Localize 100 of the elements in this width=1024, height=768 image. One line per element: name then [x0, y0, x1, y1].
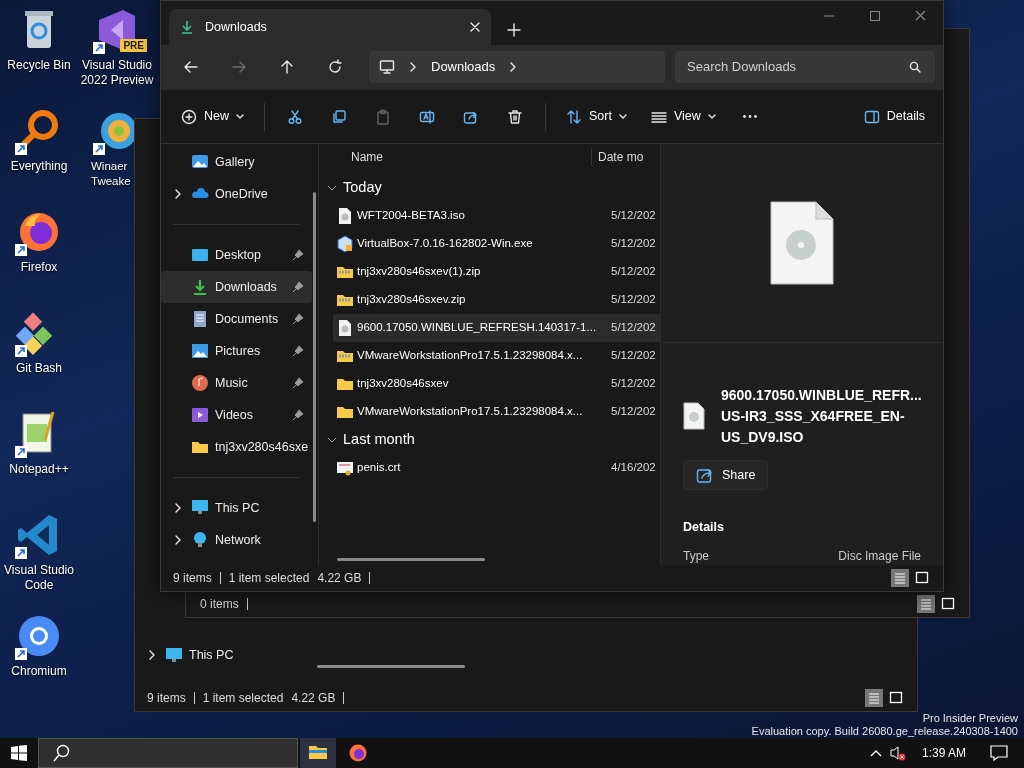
nav-item[interactable]: Desktop [161, 239, 312, 271]
copy-icon [331, 108, 347, 125]
details-view-icon [918, 596, 934, 612]
share-button[interactable]: Share [683, 459, 769, 491]
tab[interactable]: Downloads [169, 9, 491, 45]
section-heading: Details [682, 519, 725, 537]
column-header[interactable]: Name [351, 148, 591, 166]
collapse-button[interactable] [327, 183, 337, 193]
view-button[interactable]: View [640, 99, 726, 134]
nav-item-label[interactable]: This PC [189, 645, 234, 665]
cube-icon [336, 235, 354, 253]
tiles-view-icon [940, 596, 956, 612]
volume-button[interactable] [889, 745, 906, 761]
scrollbar[interactable] [317, 664, 465, 668]
new-tab-button[interactable] [507, 23, 521, 37]
download-icon [191, 278, 209, 296]
desktop-icon-label[interactable]: Chromium [1, 664, 77, 679]
scrollbar[interactable] [313, 192, 316, 522]
desktop-icon-label[interactable]: Visual Studio 2022 Preview [79, 58, 155, 88]
tray-expand-button[interactable] [869, 749, 882, 757]
file-row[interactable]: VMwareWorkstationPro17.5.1.23298084.x... 5/12/202 [333, 398, 660, 426]
nav-item[interactable]: Gallery [161, 146, 312, 178]
file-name-heading: US-IR3_SSS_X64FREE_EN- [721, 406, 906, 426]
document-icon [191, 310, 209, 328]
chevron-up-icon [869, 749, 882, 757]
refresh-icon [327, 59, 343, 75]
nav-item[interactable]: This PC [161, 492, 312, 524]
nav-item[interactable]: Documents [161, 303, 312, 335]
file-name: tnj3xv280s46sxev.zip [357, 292, 467, 308]
chevron-right-icon [174, 189, 182, 199]
pin-icon [292, 249, 304, 261]
file-row[interactable]: VirtualBox-7.0.16-162802-Win.exe 5/12/202 [333, 230, 660, 258]
shortcut-arrow-icon [15, 648, 27, 660]
file-row[interactable]: penis.crt 4/16/202 [333, 454, 660, 482]
search-field[interactable]: Search Downloads [675, 51, 935, 83]
file-row[interactable]: tnj3xv280s46sxev.zip 5/12/202 [333, 286, 660, 314]
rename-icon [419, 108, 435, 125]
file-row[interactable]: 9600.17050.WINBLUE_REFRESH.140317-1... 5/12/202 [333, 314, 660, 342]
file-row[interactable]: tnj3xv280s46sxev(1).zip 5/12/202 [333, 258, 660, 286]
collapse-button[interactable] [327, 435, 337, 445]
file-name: WFT2004-BETA3.iso [357, 208, 466, 224]
sort-button[interactable]: Sort [556, 99, 637, 134]
item-count: 0 items [200, 596, 239, 613]
shortcut-arrow-icon [15, 547, 27, 559]
address-bar[interactable]: Downloads [369, 51, 665, 83]
column-header[interactable]: Date mo [591, 148, 644, 166]
caret-icon [618, 113, 627, 120]
download-icon [179, 19, 195, 35]
desktop-icon-label[interactable]: Visual Studio Code [1, 563, 77, 593]
notifications-button[interactable] [990, 745, 1008, 761]
explorer-taskbar-button[interactable] [300, 738, 336, 768]
firefox-icon [348, 743, 368, 763]
side-panel-icon [863, 108, 880, 125]
desktop-icon-label[interactable]: Winaer Tweake [91, 159, 133, 189]
file-row[interactable]: WFT2004-BETA3.iso 5/12/202 [333, 202, 660, 230]
file-row[interactable]: VMwareWorkstationPro17.5.1.23298084.x... 5/12/202 [333, 342, 660, 370]
close-tab-button[interactable] [469, 21, 481, 33]
sort-arrows-icon [566, 108, 582, 125]
nav-item[interactable]: Music [161, 367, 312, 399]
item-count: 9 items [173, 570, 212, 587]
desktop-icon-label[interactable]: Recycle Bin [1, 58, 77, 73]
desktop-icon-label[interactable]: Git Bash [1, 361, 77, 376]
clock[interactable]: 1:39 AM [921, 744, 966, 762]
desktop-icon-label[interactable]: Everything [1, 159, 77, 174]
details-button[interactable]: Details [855, 99, 933, 134]
nav-item[interactable]: Pictures [161, 335, 312, 367]
nav-item[interactable]: Downloads [161, 271, 312, 303]
desktop-icon-label[interactable]: Firefox [1, 260, 77, 275]
scissors-icon [287, 108, 303, 125]
file-row[interactable]: tnj3xv280s46sxev 5/12/202 [333, 370, 660, 398]
nav-item[interactable]: Network [161, 524, 312, 556]
pin-icon [292, 409, 304, 421]
new-button[interactable]: New [171, 99, 254, 134]
maximize-icon [867, 10, 881, 22]
breadcrumb-link[interactable]: Downloads [431, 57, 496, 77]
windows-logo-icon [11, 745, 27, 761]
certificate-icon [336, 459, 354, 477]
file-name-heading: US_DV9.ISO [721, 427, 805, 447]
clipboard-icon [375, 108, 391, 125]
nav-item[interactable]: OneDrive [161, 178, 312, 210]
pin-icon [292, 313, 304, 325]
pin-icon [292, 281, 304, 293]
desktop-icon [191, 246, 209, 264]
scrollbar[interactable] [337, 558, 485, 561]
file-date: 5/12/202 [611, 404, 656, 420]
property-label: Type [683, 548, 709, 565]
chevron-right-icon [409, 62, 417, 72]
file-date: 5/12/202 [611, 208, 656, 224]
desktop-icon-label[interactable]: Notepad++ [1, 462, 77, 477]
pin-icon [292, 345, 304, 357]
nav-item[interactable]: Videos [161, 399, 312, 431]
nav-item[interactable]: tnj3xv280s46sxe [161, 431, 312, 463]
file-name: tnj3xv280s46sxev [357, 376, 450, 392]
item-count: 9 items [147, 690, 186, 707]
selection-size: 4.22 GB [291, 690, 336, 707]
forward-arrow-icon [231, 59, 247, 75]
disc-file-icon [336, 207, 354, 225]
music-icon [191, 374, 209, 392]
search-icon [53, 744, 71, 762]
search-icon [909, 61, 921, 73]
